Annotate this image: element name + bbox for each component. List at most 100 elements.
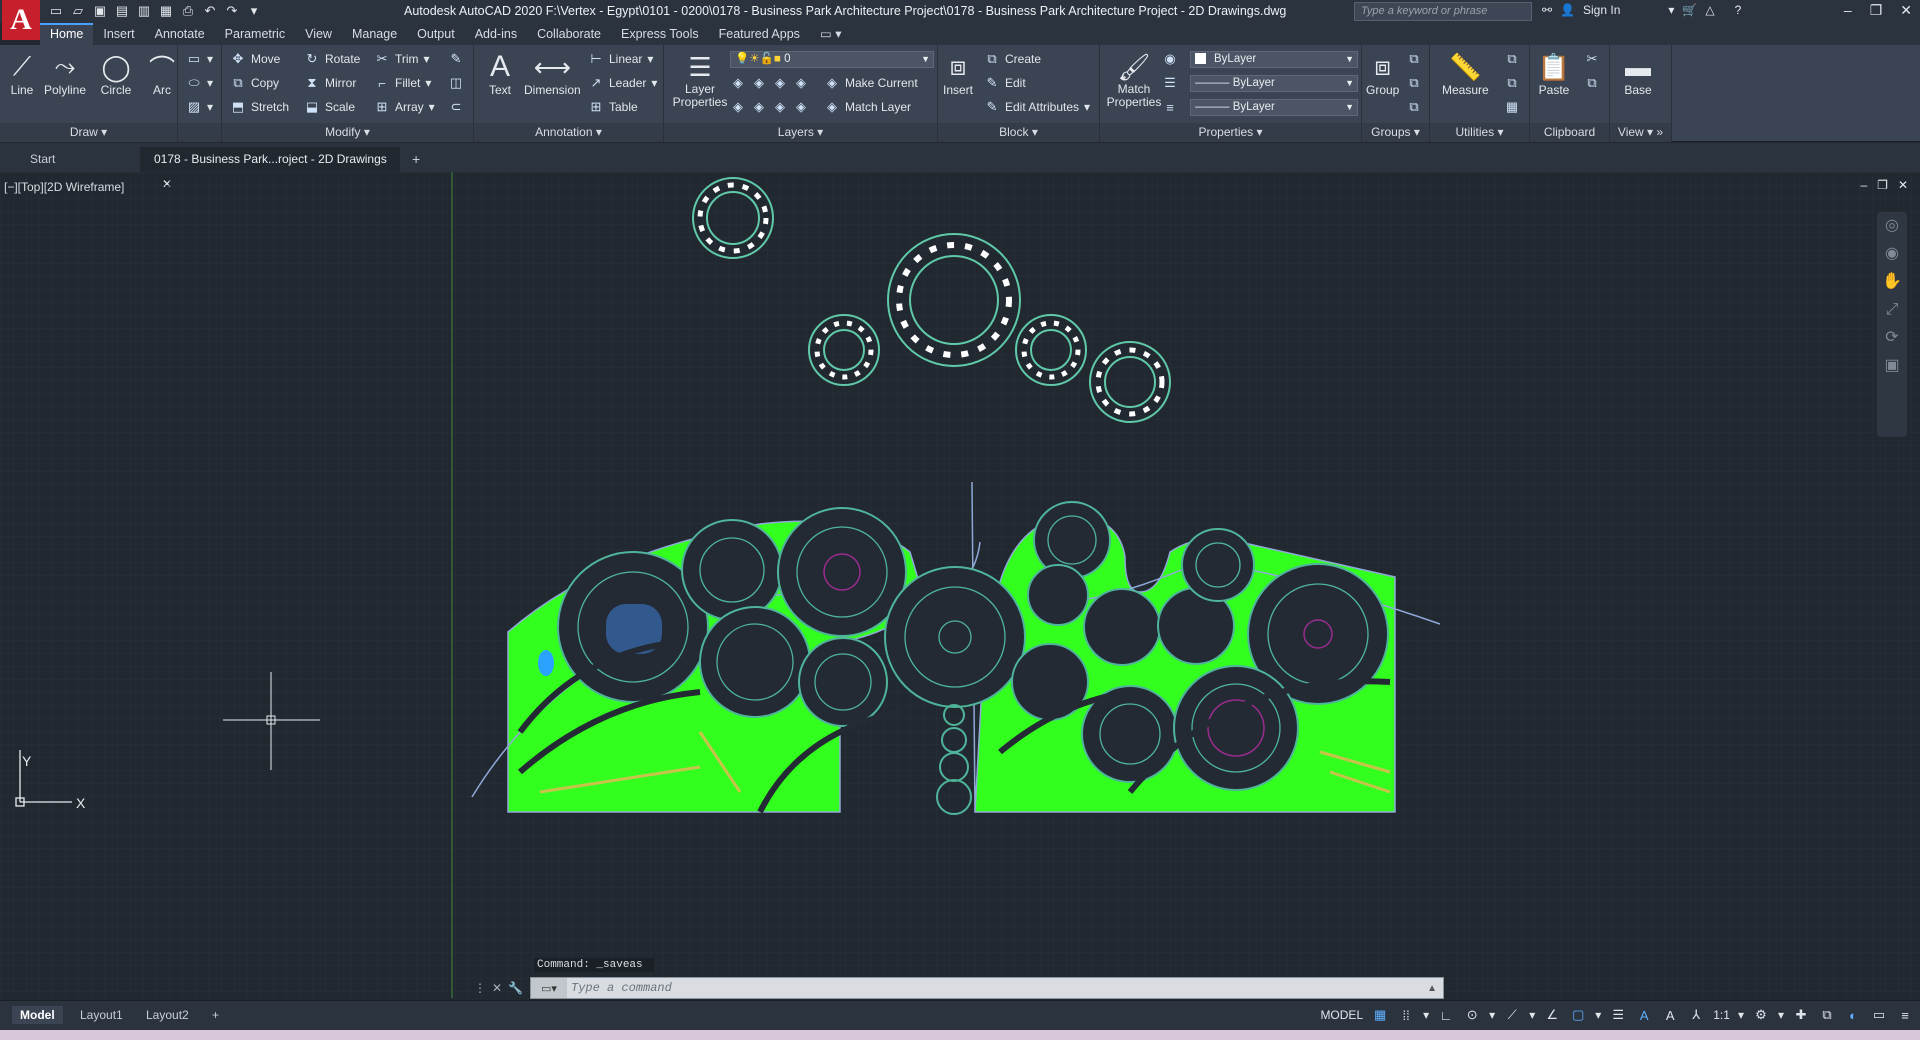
viewport-minimize-icon[interactable]: – xyxy=(1860,178,1867,192)
show-motion-icon[interactable]: ▣ xyxy=(1877,352,1907,380)
tab-parametric[interactable]: Parametric xyxy=(215,23,295,45)
tab-start[interactable]: Start xyxy=(0,147,140,172)
new-icon[interactable]: ▭ xyxy=(48,3,64,19)
drawing-canvas[interactable]: Y X xyxy=(0,172,1920,998)
rectangle-button[interactable]: ▭ ▾ xyxy=(186,51,213,67)
command-customize-icon[interactable]: 🔧 xyxy=(508,981,523,995)
orbit-3d-icon[interactable]: ⟳ xyxy=(1877,324,1907,352)
model-space-button[interactable]: MODEL xyxy=(1320,1008,1363,1022)
isolate-objects-icon[interactable]: ◐ xyxy=(1844,1006,1862,1024)
arc-button[interactable]: ⌒ Arc xyxy=(146,51,178,98)
save-web-icon[interactable]: ▦ xyxy=(158,3,174,19)
copy-button[interactable]: ⧉ Copy xyxy=(230,75,279,91)
create-block-button[interactable]: ⧉ Create xyxy=(984,51,1041,67)
tab-layout1[interactable]: Layout1 xyxy=(72,1006,131,1024)
linetype-icon[interactable]: ≡ xyxy=(1162,99,1178,115)
hatch-button[interactable]: ▨ ▾ xyxy=(186,99,213,115)
minimize-icon[interactable]: – xyxy=(1844,2,1852,19)
grid-icon[interactable]: ▦ xyxy=(1371,1006,1389,1024)
erase-button[interactable]: ✎ xyxy=(448,51,464,67)
autocad-logo-button[interactable]: A xyxy=(2,0,40,40)
zoom-extents-icon[interactable]: ⤢ xyxy=(1877,296,1907,324)
command-history-toggle-icon[interactable]: ▲ xyxy=(1427,983,1437,994)
color-wheel-icon[interactable]: ◉ xyxy=(1162,51,1178,67)
viewport-close-icon[interactable]: ✕ xyxy=(1898,178,1908,192)
layer-properties-button[interactable]: ☰ Layer Properties xyxy=(670,51,730,109)
save-as-icon[interactable]: ▤ xyxy=(114,3,130,19)
customization-menu-icon[interactable]: ≡ xyxy=(1896,1006,1914,1024)
linetype-dropdown[interactable]: ——— ByLayer ▼ xyxy=(1190,75,1358,92)
panel-title-properties[interactable]: Properties ▾ xyxy=(1100,123,1361,142)
redo-icon[interactable]: ↷ xyxy=(224,3,240,19)
new-tab-icon[interactable]: + xyxy=(400,147,432,172)
table-button[interactable]: ⊞ Table xyxy=(588,99,638,115)
viewport-restore-icon[interactable]: ❐ xyxy=(1877,178,1888,192)
make-current-button[interactable]: ◈ Make Current xyxy=(824,75,918,91)
panel-title-view[interactable]: View ▾ » xyxy=(1610,123,1671,142)
cart-icon[interactable]: 🛒 xyxy=(1682,3,1697,17)
group-edit-icon[interactable]: ⧉ xyxy=(1406,75,1422,91)
fillet-button[interactable]: ⌐ Fillet ▾ xyxy=(374,75,431,91)
search-input[interactable]: Type a keyword or phrase xyxy=(1354,2,1532,21)
mirror-button[interactable]: ⧗ Mirror xyxy=(304,75,356,91)
panel-title-block[interactable]: Block ▾ xyxy=(938,123,1099,142)
open-icon[interactable]: ▱ xyxy=(70,3,86,19)
trim-button[interactable]: ✂ Trim ▾ xyxy=(374,51,430,67)
layer-tools-row-1[interactable]: ◈ ◈ ◈ ◈ xyxy=(730,75,809,91)
line-button[interactable]: ⟋ Line xyxy=(6,51,38,97)
tab-collaborate[interactable]: Collaborate xyxy=(527,23,611,45)
orbit-icon[interactable]: ◉ xyxy=(1877,240,1907,268)
tab-output[interactable]: Output xyxy=(407,23,465,45)
panel-title-annotation[interactable]: Annotation ▾ xyxy=(474,123,663,142)
tab-add-ins[interactable]: Add-ins xyxy=(465,23,527,45)
circle-button[interactable]: ◯ Circle xyxy=(100,51,132,98)
lineweight-dropdown[interactable]: ——— ByLayer ▼ xyxy=(1190,99,1358,116)
panel-title-layers[interactable]: Layers ▾ xyxy=(664,123,937,142)
tab-featured-apps[interactable]: Featured Apps xyxy=(709,23,810,45)
workspace-gear-icon[interactable]: ⚙ xyxy=(1752,1006,1770,1024)
ortho-icon[interactable]: ∟ xyxy=(1437,1006,1455,1024)
calculator-icon[interactable]: ▦ xyxy=(1504,99,1520,115)
object-snap-tracking-icon[interactable]: ∠ xyxy=(1543,1006,1561,1024)
ellipse-button[interactable]: ⬭ ▾ xyxy=(186,75,213,91)
chevron-down-icon[interactable]: ▾ xyxy=(1668,3,1674,17)
sign-in-button[interactable]: Sign In xyxy=(1583,3,1620,17)
close-icon[interactable]: ✕ xyxy=(1900,2,1912,19)
command-close-icon[interactable]: ✕ xyxy=(492,981,502,995)
open-web-icon[interactable]: ▥ xyxy=(136,3,152,19)
units-icon[interactable]: ⧉ xyxy=(1818,1006,1836,1024)
lineweight-icon[interactable]: ☰ xyxy=(1162,75,1178,91)
offset-button[interactable]: ⊂ xyxy=(448,99,464,115)
ribbon-options-icon[interactable]: ▭ ▾ xyxy=(810,23,852,45)
array-button[interactable]: ⊞ Array ▾ xyxy=(374,99,435,115)
command-line[interactable]: ▭▾ Type a command ▲ xyxy=(530,977,1444,999)
help-icon[interactable]: ? xyxy=(1735,3,1742,17)
group-selection-icon[interactable]: ⧉ xyxy=(1406,99,1422,115)
leader-button[interactable]: ↗ Leader ▾ xyxy=(588,75,658,91)
annotation-visibility-icon[interactable]: A xyxy=(1635,1006,1653,1024)
polar-tracking-icon[interactable]: ⊙ xyxy=(1463,1006,1481,1024)
auto-scale-icon[interactable]: A xyxy=(1661,1006,1679,1024)
tab-insert[interactable]: Insert xyxy=(93,23,144,45)
steering-wheel-icon[interactable]: ◎ xyxy=(1877,212,1907,240)
plot-icon[interactable]: ⎙ xyxy=(180,3,196,19)
save-icon[interactable]: ▣ xyxy=(92,3,108,19)
match-layer-button[interactable]: ◈ Match Layer xyxy=(824,99,911,115)
lineweight-display-icon[interactable]: ☰ xyxy=(1609,1006,1627,1024)
move-button[interactable]: ✥ Move xyxy=(230,51,281,67)
quick-select-icon[interactable]: ⧉ xyxy=(1504,51,1520,67)
snap-icon[interactable]: ⁞⁞ xyxy=(1397,1006,1415,1024)
tab-view[interactable]: View xyxy=(295,23,342,45)
tab-annotate[interactable]: Annotate xyxy=(145,23,215,45)
panel-title-clipboard[interactable]: Clipboard xyxy=(1530,123,1609,142)
panel-title-modify[interactable]: Modify ▾ xyxy=(222,123,473,142)
insert-block-button[interactable]: ⧈ Insert xyxy=(942,51,974,97)
color-dropdown[interactable]: ByLayer ▼ xyxy=(1190,51,1358,68)
rotate-button[interactable]: ↻ Rotate xyxy=(304,51,361,67)
autodesk-a360-icon[interactable]: △ xyxy=(1705,3,1714,17)
annotation-scale-icon[interactable]: ⅄ xyxy=(1687,1006,1705,1024)
ungroup-icon[interactable]: ⧉ xyxy=(1406,51,1422,67)
explode-button[interactable]: ◫ xyxy=(448,75,464,91)
tab-home[interactable]: Home xyxy=(40,23,94,45)
match-properties-button[interactable]: 🖌 Match Properties xyxy=(1104,51,1164,109)
